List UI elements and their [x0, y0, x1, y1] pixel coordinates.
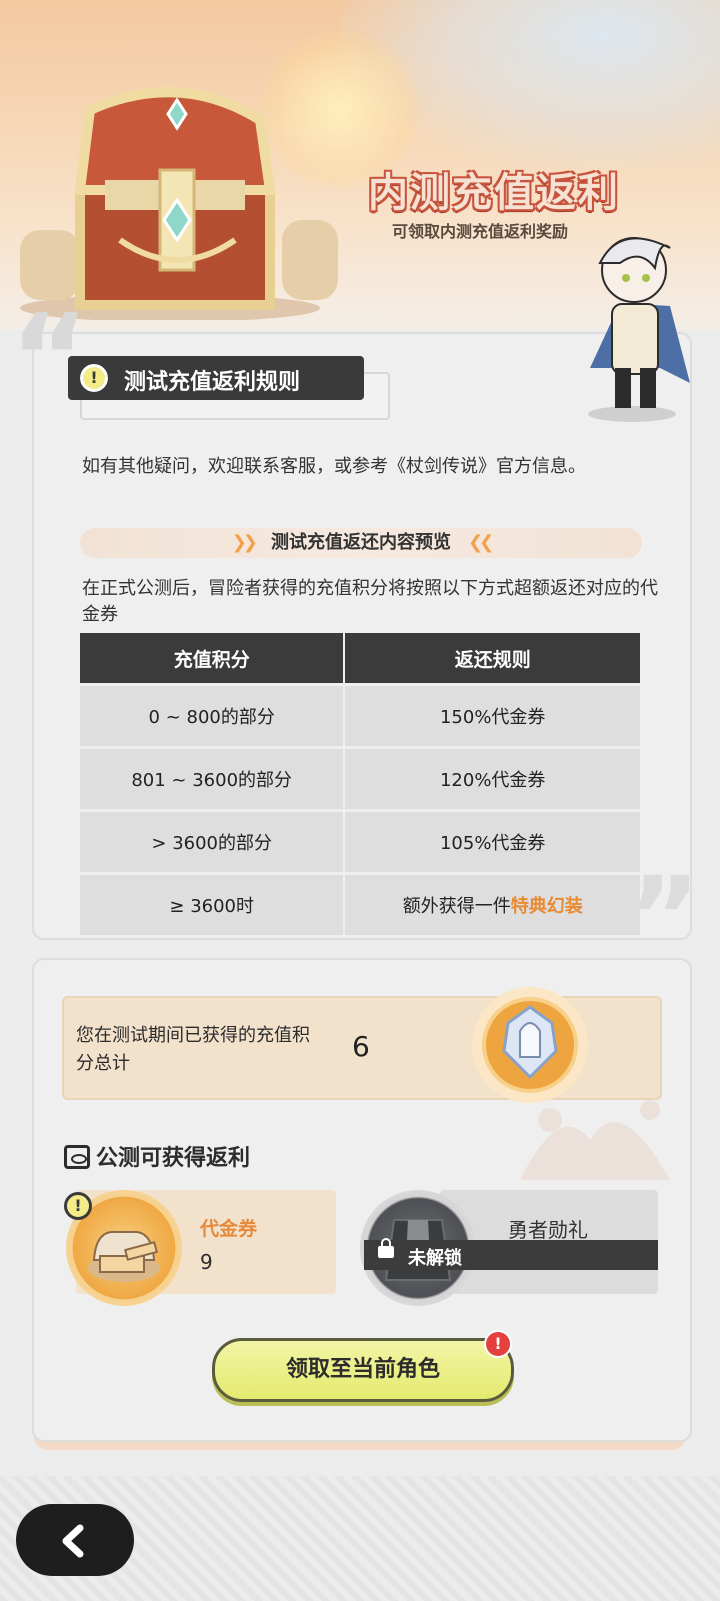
- table-header-rule: 返还规则: [343, 633, 640, 685]
- treasure-chest-illustration: [20, 87, 338, 320]
- locked-label: 未解锁: [408, 1248, 462, 1269]
- exclamation-icon: !: [78, 362, 110, 394]
- rules-heading: ! 测试充值返利规则: [68, 356, 364, 400]
- table-cell-points: 0 ~ 800的部分: [80, 683, 345, 748]
- rules-heading-text: 测试充值返利规则: [124, 370, 301, 395]
- total-points-value: 6: [352, 1030, 370, 1063]
- gift-box-icon: [64, 1145, 90, 1169]
- back-button[interactable]: [16, 1504, 134, 1576]
- rebate-table: 充值积分 返还规则 0 ~ 800的部分 150%代金券 801 ~ 3600的…: [80, 633, 640, 935]
- table-row: ≥ 3600时 额外获得一件特典幻装: [80, 872, 640, 935]
- table-row: > 3600的部分 105%代金券: [80, 809, 640, 874]
- lock-icon: [378, 1238, 394, 1258]
- notification-badge: !: [484, 1330, 512, 1358]
- rule-highlight-link[interactable]: 特典幻装: [511, 896, 583, 917]
- rule-prefix: 额外获得一件: [402, 896, 511, 917]
- table-cell-rule: 150%代金券: [343, 683, 640, 748]
- preview-bar: ❯❯ 测试充值返还内容预览 ❮❮: [80, 528, 642, 558]
- table-cell-points: ≥ 3600时: [80, 872, 345, 935]
- page-title: 内测充值返利: [368, 170, 620, 216]
- double-chevron-left-icon: ❮❮: [468, 532, 494, 553]
- rules-note: 如有其他疑问，欢迎联系客服，或参考《杖剑传说》官方信息。: [82, 456, 586, 477]
- voucher-count: 9: [200, 1250, 213, 1274]
- rebate-description: 在正式公测后，冒险者获得的充值积分将按照以下方式超额返还对应的代金券: [82, 578, 658, 625]
- table-cell-points: > 3600的部分: [80, 809, 345, 874]
- bonus-name: 勇者勋礼: [508, 1218, 588, 1242]
- double-chevron-right-icon: ❯❯: [231, 532, 258, 553]
- page-subtitle: 可领取内测充值返利奖励: [392, 222, 569, 241]
- rebate-section-title-text: 公测可获得返利: [96, 1146, 251, 1171]
- table-header-row: 充值积分 返还规则: [80, 633, 640, 685]
- character-mascot-illustration: [588, 237, 690, 422]
- claim-button[interactable]: 领取至当前角色: [212, 1338, 514, 1402]
- table-row: 0 ~ 800的部分 150%代金券: [80, 683, 640, 748]
- table-cell-rule: 120%代金券: [343, 746, 640, 811]
- table-cell-points: 801 ~ 3600的部分: [80, 746, 345, 811]
- table-cell-rule: 105%代金券: [343, 809, 640, 874]
- table-row: 801 ~ 3600的部分 120%代金券: [80, 746, 640, 811]
- table-cell-rule: 额外获得一件特典幻装: [343, 872, 640, 935]
- exclamation-icon: !: [64, 1192, 92, 1220]
- total-points-label: 您在测试期间已获得的充值积分总计: [76, 1025, 310, 1074]
- chevron-left-icon: [62, 1524, 84, 1558]
- table-header-points: 充值积分: [80, 633, 345, 685]
- preview-title: 测试充值返还内容预览: [271, 532, 451, 553]
- points-medal-icon: [472, 987, 588, 1103]
- rebate-section-title: 公测可获得返利: [64, 1140, 250, 1172]
- locked-banner: 未解锁: [364, 1238, 658, 1270]
- voucher-name: 代金券: [200, 1218, 258, 1240]
